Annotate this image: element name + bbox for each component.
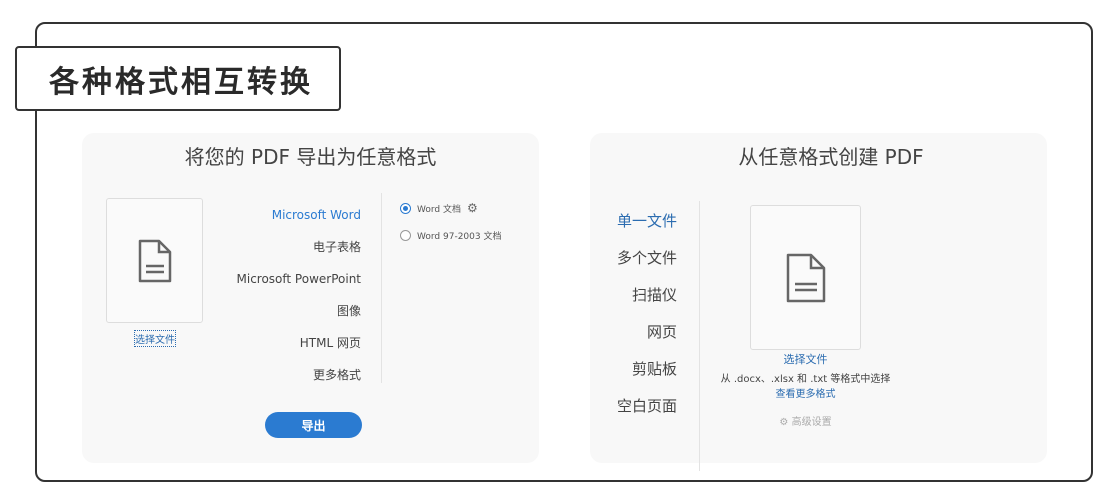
option-label: Word 97-2003 文档 <box>417 232 502 242</box>
section-title: 各种格式相互转换 <box>15 46 341 111</box>
source-scanner[interactable]: 扫描仪 <box>610 277 677 314</box>
export-panel: 将您的 PDF 导出为任意格式 选择文件 Microsoft Word 电子表格… <box>82 133 539 463</box>
advanced-label: 高级设置 <box>791 417 832 428</box>
select-file-link[interactable]: 选择文件 <box>590 351 1021 367</box>
gear-icon[interactable]: ⚙ <box>467 201 478 215</box>
divider <box>381 193 382 383</box>
export-title: 将您的 PDF 导出为任意格式 <box>184 145 437 169</box>
select-file-link[interactable]: 选择文件 <box>134 330 176 347</box>
radio-selected[interactable] <box>400 202 411 214</box>
divider <box>699 201 700 471</box>
source-single-file[interactable]: 单一文件 <box>610 203 677 240</box>
file-drop-box[interactable] <box>106 198 203 323</box>
format-image[interactable]: 图像 <box>237 295 361 327</box>
document-icon <box>786 253 825 302</box>
format-menu: Microsoft Word 电子表格 Microsoft PowerPoint… <box>237 199 362 391</box>
export-button[interactable]: 导出 <box>265 412 362 438</box>
document-icon <box>138 239 171 282</box>
file-drop-box[interactable] <box>750 205 861 350</box>
format-microsoft-word[interactable]: Microsoft Word <box>237 199 361 231</box>
format-html[interactable]: HTML 网页 <box>237 327 361 359</box>
format-powerpoint[interactable]: Microsoft PowerPoint <box>237 263 362 295</box>
source-webpage[interactable]: 网页 <box>610 314 677 351</box>
advanced-settings[interactable]: ⚙ 高级设置 <box>590 413 1021 428</box>
more-formats-link[interactable]: 查看更多格式 <box>590 385 1021 400</box>
gear-icon: ⚙ <box>779 417 792 428</box>
option-word-docx[interactable]: Word 文档 ⚙ <box>400 201 478 215</box>
source-multiple-files[interactable]: 多个文件 <box>610 240 677 277</box>
create-panel: 从任意格式创建 PDF 单一文件 多个文件 扫描仪 网页 剪贴板 空白页面 选择… <box>590 133 1047 471</box>
radio-unselected[interactable] <box>400 230 411 241</box>
option-word-97[interactable]: Word 97-2003 文档 <box>400 229 501 242</box>
option-label: Word 文档 <box>417 204 461 215</box>
format-spreadsheet[interactable]: 电子表格 <box>237 231 361 263</box>
format-more[interactable]: 更多格式 <box>237 359 361 391</box>
format-hint: 从 .docx、.xlsx 和 .txt 等格式中选择 <box>720 374 891 385</box>
create-title: 从任意格式创建 PDF <box>738 145 924 169</box>
